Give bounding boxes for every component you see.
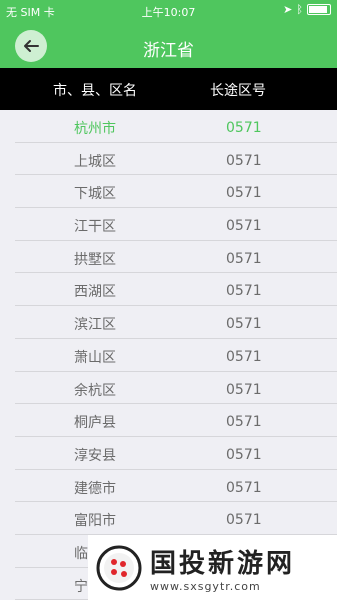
battery-icon [307, 4, 331, 15]
list-item[interactable]: 下城区 0571 [15, 175, 337, 209]
area-name: 余杭区 [74, 382, 116, 399]
area-name: 萧山区 [74, 349, 116, 366]
header-code: 长途区号 [210, 83, 266, 99]
area-code: 0571 [226, 316, 262, 333]
area-name: 临 [74, 545, 88, 562]
area-code-list: 杭州市 0571 上城区 0571 下城区 0571 江干区 0571 拱墅区 0571 西湖区 05… [0, 110, 337, 600]
list-item[interactable]: 拱墅区 0571 [15, 241, 337, 274]
page-title: 浙江省 [143, 41, 194, 61]
area-name: 滨江区 [74, 317, 116, 334]
location-icon: ➤ [283, 3, 293, 16]
area-name: 西湖区 [74, 284, 116, 301]
area-code: 0571 [226, 120, 262, 136]
list-item[interactable]: 余杭区 0571 [15, 372, 337, 405]
watermark: 国投新游网 www.sxsgytr.com [88, 535, 337, 600]
nav-bar: 浙江省 [0, 22, 337, 68]
list-item[interactable]: 富阳市 0571 [15, 502, 337, 535]
list-item[interactable]: 桐庐县 0571 [15, 404, 337, 437]
area-code: 0571 [226, 414, 262, 431]
list-item[interactable]: 西湖区 0571 [15, 273, 337, 307]
header-name: 市、县、区名 [53, 83, 137, 99]
watermark-url: www.sxsgytr.com [150, 579, 261, 593]
bluetooth-icon: ᛒ [296, 3, 303, 16]
area-name: 杭州市 [74, 121, 116, 137]
list-item[interactable]: 萧山区 0571 [15, 339, 337, 372]
list-item[interactable]: 杭州市 0571 [15, 110, 337, 143]
list-item[interactable]: 滨江区 0571 [15, 306, 337, 339]
area-name: 富阳市 [74, 513, 116, 530]
watermark-title: 国投新游网 [150, 548, 296, 579]
area-code: 0571 [226, 479, 262, 496]
area-code: 0571 [226, 152, 262, 169]
area-name: 下城区 [74, 186, 116, 203]
area-code: 0571 [226, 283, 262, 300]
area-code: 0571 [226, 512, 262, 529]
table-header: 市、县、区名 长途区号 [0, 68, 337, 110]
area-code: 0571 [226, 381, 262, 398]
area-name: 上城区 [74, 153, 116, 170]
list-item[interactable]: 建德市 0571 [15, 470, 337, 503]
area-name: 淳安县 [74, 447, 116, 464]
status-icons: ➤ ᛒ [283, 3, 331, 16]
area-name: 建德市 [74, 480, 116, 497]
watermark-logo-icon [96, 545, 142, 590]
area-name: 江干区 [74, 219, 116, 236]
area-code: 0571 [226, 446, 262, 463]
status-bar: 无 SIM 卡 上午10:07 ➤ ᛒ [0, 0, 337, 22]
area-code: 0571 [226, 185, 262, 202]
area-name: 拱墅区 [74, 251, 116, 268]
area-code: 0571 [226, 348, 262, 365]
area-name: 桐庐县 [74, 415, 116, 432]
list-item[interactable]: 上城区 0571 [15, 143, 337, 176]
list-item[interactable]: 淳安县 0571 [15, 437, 337, 470]
list-item[interactable]: 江干区 0571 [15, 208, 337, 241]
area-code: 0571 [226, 250, 262, 267]
area-name: 宁 [74, 578, 88, 595]
area-code: 0571 [226, 218, 262, 235]
